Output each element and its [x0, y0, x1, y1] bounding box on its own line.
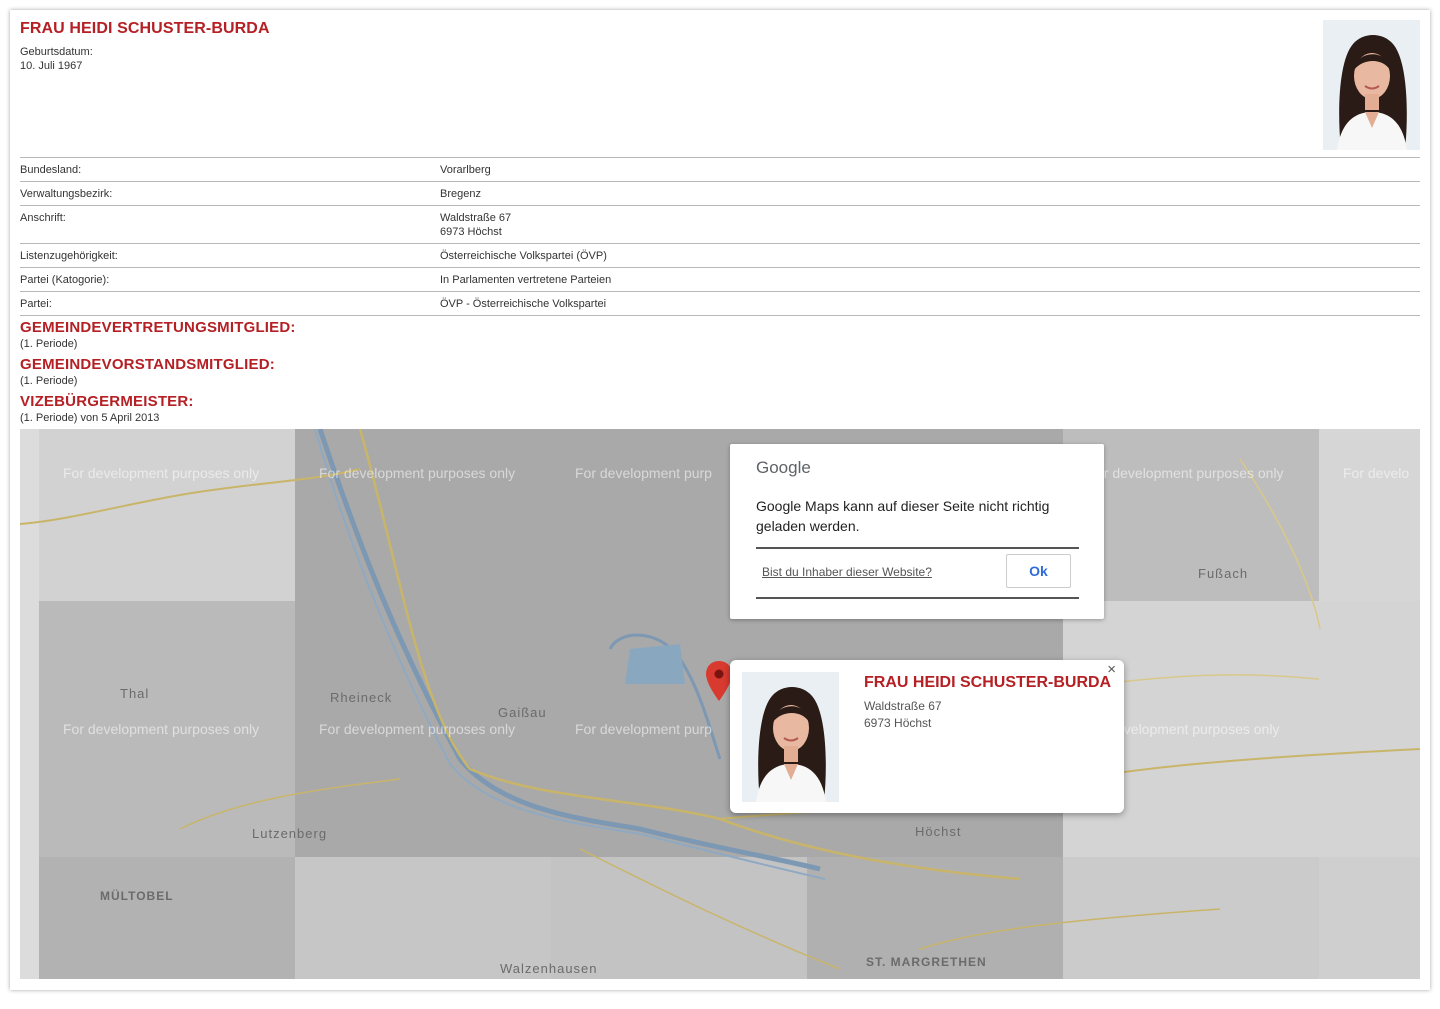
place-label: Walzenhausen [500, 961, 598, 976]
detail-label: Verwaltungsbezirk: [20, 188, 113, 200]
maps-error-dialog: Google Google Maps kann auf dieser Seite… [730, 444, 1104, 619]
ok-button[interactable]: Ok [1006, 554, 1071, 588]
close-icon[interactable]: × [1107, 662, 1116, 678]
dob-label: Geburtsdatum: [20, 46, 93, 58]
place-label: MÜLTOBEL [100, 889, 174, 903]
detail-label: Partei: [20, 298, 52, 310]
detail-row-verwaltungsbezirk: Verwaltungsbezirk: Bregenz [20, 181, 1420, 205]
divider [756, 547, 1079, 549]
detail-row-partei-kategorie: Partei (Katogorie): In Parlamenten vertr… [20, 267, 1420, 291]
place-label: ST. MARGRETHEN [866, 955, 987, 969]
divider [756, 597, 1079, 599]
place-label: Höchst [915, 824, 962, 839]
details-table: Bundesland: Vorarlberg Verwaltungsbezirk… [20, 157, 1420, 316]
role-title: GEMEINDEVERTRETUNGSMITGLIED: [20, 319, 296, 336]
dob-value: 10. Juli 1967 [20, 60, 83, 72]
address-city: 6973 Höchst [440, 226, 502, 238]
role-period: (1. Periode) [20, 375, 78, 387]
role-title: GEMEINDEVORSTANDSMITGLIED: [20, 356, 275, 373]
detail-value: Österreichische Volkspartei (ÖVP) [440, 250, 607, 262]
person-name: FRAU HEIDI SCHUSTER-BURDA [20, 20, 270, 37]
detail-row-listenzugehoerigkeit: Listenzugehörigkeit: Österreichische Vol… [20, 243, 1420, 267]
role-period: (1. Periode) von 5 April 2013 [20, 412, 160, 424]
detail-value: ÖVP - Österreichische Volkspartei [440, 298, 607, 310]
map-view[interactable]: For development purposes only For develo… [20, 429, 1420, 979]
detail-label: Partei (Katogorie): [20, 274, 110, 286]
address-street: Waldstraße 67 [440, 212, 512, 224]
map-tiles [20, 429, 1420, 979]
place-label: Fußach [1198, 566, 1249, 581]
role-period: (1. Periode) [20, 338, 78, 350]
error-message: Google Maps kann auf dieser Seite nicht … [756, 498, 1050, 534]
detail-label: Bundesland: [20, 164, 82, 176]
place-label: Lutzenberg [252, 826, 328, 841]
profile-card: FRAU HEIDI SCHUSTER-BURDA Geburtsdatum: … [10, 10, 1430, 990]
map-info-window: FRAU HEIDI SCHUSTER-BURDA Waldstraße 67 … [730, 660, 1124, 813]
info-person-name: FRAU HEIDI SCHUSTER-BURDA [864, 674, 1112, 691]
info-city: 6973 Höchst [864, 716, 932, 730]
dev-watermark: For development purposes only [63, 721, 260, 737]
detail-row-partei: Partei: ÖVP - Österreichische Volksparte… [20, 291, 1420, 316]
dev-watermark: For development purp [575, 721, 712, 737]
detail-value: Bregenz [440, 188, 481, 200]
place-label: Gaißau [498, 705, 547, 720]
place-label: Rheineck [330, 690, 393, 705]
detail-row-bundesland: Bundesland: Vorarlberg [20, 157, 1420, 181]
dev-watermark: For development purposes only [63, 465, 260, 481]
roles-section: GEMEINDEVERTRETUNGSMITGLIED: (1. Periode… [20, 318, 1420, 429]
dev-watermark: For development purp [575, 465, 712, 481]
detail-value: Vorarlberg [440, 164, 491, 176]
dev-watermark: For development purposes only [319, 721, 516, 737]
info-street: Waldstraße 67 [864, 699, 942, 713]
detail-row-anschrift: Anschrift: Waldstraße 67 6973 Höchst [20, 205, 1420, 243]
detail-label: Listenzugehörigkeit: [20, 250, 118, 262]
dev-watermark: evelopment purposes only [1116, 721, 1280, 737]
detail-value: Waldstraße 67 6973 Höchst [440, 211, 1420, 239]
info-address: Waldstraße 67 6973 Höchst [864, 698, 942, 732]
map-marker-icon[interactable] [706, 661, 732, 701]
detail-value: In Parlamenten vertretene Parteien [440, 274, 612, 286]
info-portrait-photo [742, 672, 839, 802]
dev-watermark: or development purposes only [1096, 465, 1284, 481]
role-title: VIZEBÜRGERMEISTER: [20, 393, 194, 410]
place-label: Thal [120, 686, 150, 701]
detail-label: Anschrift: [20, 212, 66, 224]
google-logo: Google [756, 458, 811, 477]
dev-watermark: For develo [1343, 465, 1410, 481]
portrait-photo [1323, 20, 1420, 150]
owner-link[interactable]: Bist du Inhaber dieser Website? [762, 565, 932, 579]
dev-watermark: For development purposes only [319, 465, 516, 481]
